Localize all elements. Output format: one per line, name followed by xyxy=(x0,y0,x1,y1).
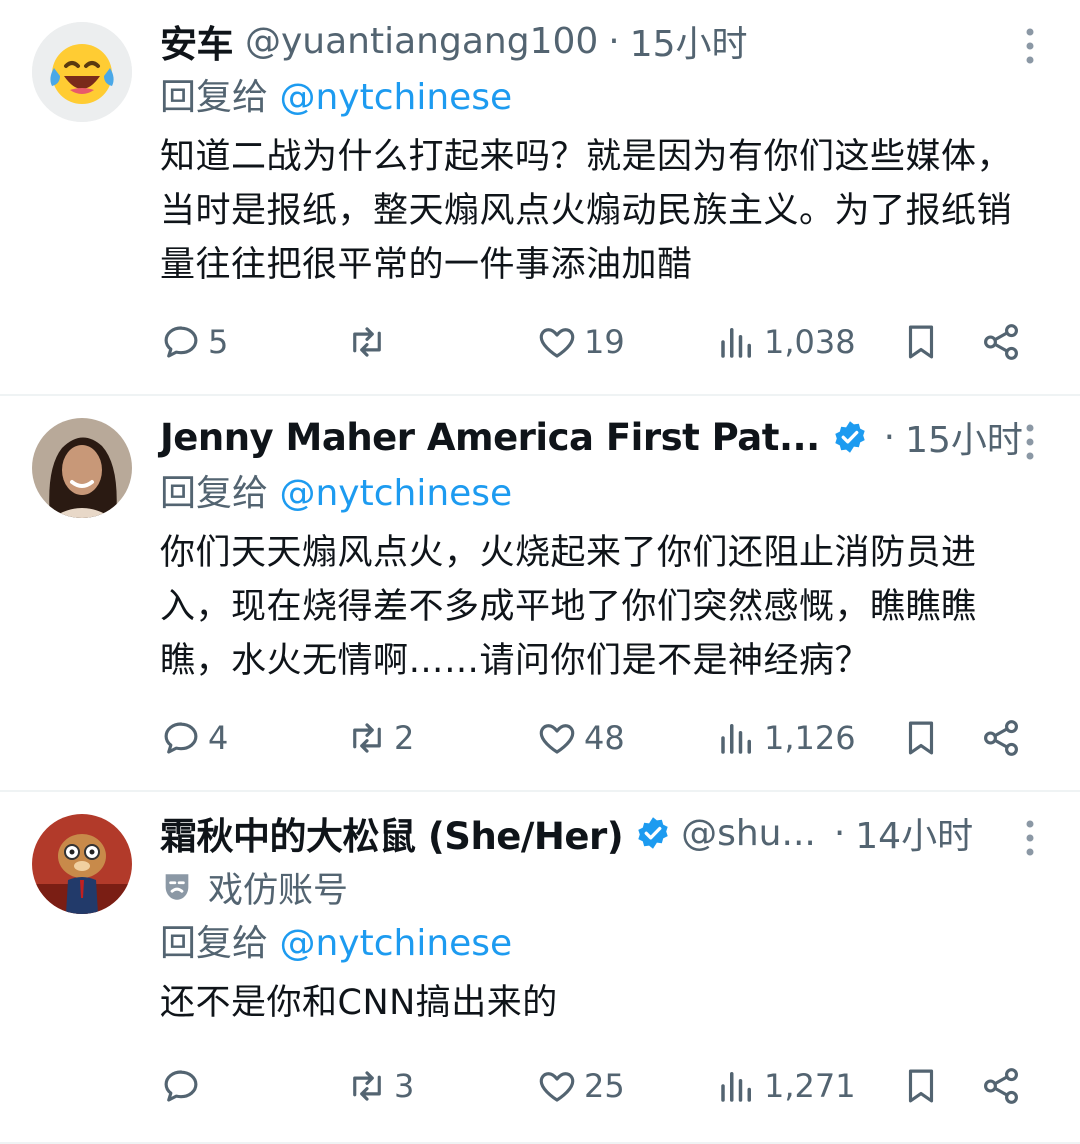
like-count: 48 xyxy=(584,719,625,757)
parody-text: 戏仿账号 xyxy=(208,870,349,911)
share-icon xyxy=(984,720,1018,756)
like-button[interactable]: 25 xyxy=(536,1065,625,1107)
action-bar: 4 2 48 1,126 xyxy=(160,708,1040,768)
tweet-text: 知道二战为什么打起来吗？就是因为有你们这些媒体，当时是报纸，整天煽风点火煽动民族… xyxy=(160,137,1013,285)
reply-button[interactable]: 4 xyxy=(160,717,228,759)
reply-button[interactable] xyxy=(160,1065,208,1107)
action-bar: 5 19 1,038 xyxy=(160,312,1040,372)
reply-mention[interactable]: @nytchinese xyxy=(279,473,512,514)
theater-mask-icon xyxy=(165,874,189,900)
retweet-count: 3 xyxy=(394,1067,415,1105)
reply-context: 回复给 @nytchinese xyxy=(160,916,1040,972)
view-count: 1,126 xyxy=(764,719,856,757)
bookmark-icon xyxy=(908,721,934,755)
retweet-button[interactable]: 3 xyxy=(346,1065,414,1107)
retweet-count: 2 xyxy=(394,719,415,757)
verified-badge-icon xyxy=(834,421,865,453)
timestamp[interactable]: 15小时 xyxy=(905,411,1023,463)
share-icon xyxy=(984,1068,1018,1104)
reply-count: 4 xyxy=(208,719,229,757)
reply-button[interactable]: 5 xyxy=(160,321,228,363)
share-button[interactable] xyxy=(980,1065,1022,1107)
display-name[interactable]: 安车 xyxy=(160,14,234,68)
like-count: 19 xyxy=(584,323,625,361)
action-bar: 3 25 1,271 xyxy=(160,1056,1040,1116)
reply-mention[interactable]: @nytchinese xyxy=(279,923,512,964)
more-options-icon[interactable] xyxy=(1020,422,1040,462)
more-options-icon[interactable] xyxy=(1020,26,1040,66)
separator: · xyxy=(833,812,846,854)
share-button[interactable] xyxy=(980,717,1022,759)
avatar[interactable] xyxy=(32,418,132,518)
share-icon xyxy=(984,324,1018,360)
reply-prefix: 回复给 xyxy=(160,473,269,514)
retweet-icon xyxy=(353,723,381,753)
view-count: 1,271 xyxy=(764,1067,856,1105)
parody-label: 戏仿账号 xyxy=(160,862,1040,912)
heart-icon xyxy=(539,724,575,754)
reply-prefix: 回复给 xyxy=(160,77,269,118)
retweet-button[interactable]: 2 xyxy=(346,717,414,759)
reply-icon xyxy=(164,1070,198,1102)
bookmark-icon xyxy=(908,1069,934,1103)
like-button[interactable]: 48 xyxy=(536,717,625,759)
views-icon xyxy=(721,328,751,358)
views-icon xyxy=(721,1072,751,1102)
user-handle[interactable]: @yuantiangang100 xyxy=(245,21,598,62)
timestamp[interactable]: 15小时 xyxy=(630,15,748,67)
retweet-button[interactable] xyxy=(346,321,394,363)
views-button[interactable]: 1,038 xyxy=(716,321,856,363)
woman-photo-icon xyxy=(32,418,132,518)
display-name[interactable]: 霜秋中的大松鼠 (She/Her) xyxy=(160,806,624,860)
tweet[interactable]: 安车 @yuantiangang100 · 15小时 回复给 @nytchine… xyxy=(0,0,1080,396)
bookmark-button[interactable] xyxy=(900,321,942,363)
retweet-icon xyxy=(353,327,381,357)
reply-prefix: 回复给 xyxy=(160,923,269,964)
tweet[interactable]: 霜秋中的大松鼠 (She/Her) @shu... · 14小时 戏仿账号 回复… xyxy=(0,792,1080,1144)
heart-icon xyxy=(539,328,575,358)
squirrel-cartoon-icon xyxy=(32,814,132,914)
laughing-emoji-icon xyxy=(32,22,132,122)
bookmark-button[interactable] xyxy=(900,717,942,759)
views-icon xyxy=(721,724,751,754)
timestamp[interactable]: 14小时 xyxy=(855,807,973,859)
reply-context: 回复给 @nytchinese xyxy=(160,70,1040,126)
tweet-text: 你们天天煽风点火，火烧起来了你们还阻止消防员进入，现在烧得差不多成平地了你们突然… xyxy=(160,533,977,681)
user-handle[interactable]: @shu... xyxy=(681,813,816,854)
views-button[interactable]: 1,126 xyxy=(716,717,856,759)
reply-mention[interactable]: @nytchinese xyxy=(279,77,512,118)
separator: · xyxy=(608,20,620,62)
verified-badge-icon xyxy=(638,817,668,849)
reply-icon xyxy=(164,326,198,358)
heart-icon xyxy=(539,1072,575,1102)
bookmark-button[interactable] xyxy=(900,1065,942,1107)
reply-context: 回复给 @nytchinese xyxy=(160,466,1040,522)
reply-icon xyxy=(164,722,198,754)
like-count: 25 xyxy=(584,1067,625,1105)
tweet[interactable]: Jenny Maher America First Pat... · 15小时 … xyxy=(0,396,1080,792)
separator: · xyxy=(883,416,896,458)
display-name[interactable]: Jenny Maher America First Pat... xyxy=(160,416,820,459)
retweet-icon xyxy=(353,1071,381,1101)
reply-count: 5 xyxy=(208,323,229,361)
avatar[interactable] xyxy=(32,22,132,122)
view-count: 1,038 xyxy=(764,323,856,361)
share-button[interactable] xyxy=(980,321,1022,363)
tweet-text: 还不是你和CNN搞出来的 xyxy=(160,983,558,1023)
avatar[interactable] xyxy=(32,814,132,914)
bookmark-icon xyxy=(908,325,934,359)
more-options-icon[interactable] xyxy=(1020,818,1040,858)
views-button[interactable]: 1,271 xyxy=(716,1065,856,1107)
like-button[interactable]: 19 xyxy=(536,321,625,363)
